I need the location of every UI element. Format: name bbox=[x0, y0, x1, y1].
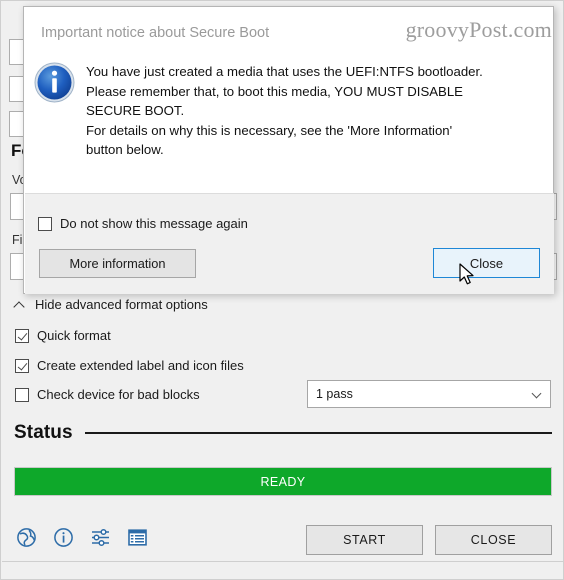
settings-sliders-icon[interactable] bbox=[90, 527, 111, 553]
globe-icon[interactable] bbox=[16, 527, 37, 553]
info-icon bbox=[32, 60, 77, 110]
option-check-bad-blocks[interactable]: Check device for bad blocks bbox=[15, 387, 200, 402]
status-progress-container: READY bbox=[14, 467, 552, 496]
start-button[interactable]: START bbox=[306, 525, 423, 555]
status-bar-divider bbox=[2, 561, 564, 562]
checkbox-check-bad-blocks[interactable] bbox=[15, 387, 29, 402]
dialog-message: You have just created a media that uses … bbox=[86, 62, 541, 160]
dialog-message-line: For details on why this is necessary, se… bbox=[86, 122, 453, 138]
screen-root: Format Options Volume label File system … bbox=[0, 0, 564, 580]
status-title: Status bbox=[14, 422, 73, 443]
passes-dropdown-value: 1 pass bbox=[316, 387, 353, 401]
main-action-buttons: START CLOSE bbox=[306, 525, 552, 555]
checkbox-create-extended-label[interactable] bbox=[15, 358, 29, 373]
info-icon[interactable] bbox=[53, 527, 74, 553]
dialog-message-line: You have just created a media that uses … bbox=[86, 64, 483, 79]
close-button[interactable]: CLOSE bbox=[435, 525, 552, 555]
bottom-toolbar bbox=[16, 527, 148, 553]
option-quick-format-label: Quick format bbox=[37, 328, 111, 343]
status-progress-bar: READY bbox=[15, 468, 551, 495]
checkbox-do-not-show-again[interactable] bbox=[38, 216, 52, 231]
do-not-show-again-label: Do not show this message again bbox=[60, 216, 248, 231]
status-progress-label: READY bbox=[260, 474, 306, 489]
dialog-message-line: SECURE BOOT. bbox=[86, 103, 185, 118]
dialog-message-line: Please remember that, to boot this media… bbox=[86, 83, 463, 99]
hide-advanced-format-options-label: Hide advanced format options bbox=[35, 297, 208, 312]
dialog-message-line: button below. bbox=[86, 142, 164, 157]
watermark: groovyPost.com bbox=[405, 17, 552, 42]
dialog-close-button[interactable]: Close bbox=[433, 248, 540, 278]
chevron-up-icon bbox=[15, 299, 26, 310]
status-divider bbox=[84, 432, 552, 434]
chevron-down-icon bbox=[533, 390, 542, 399]
do-not-show-again-row[interactable]: Do not show this message again bbox=[38, 216, 248, 231]
more-information-button[interactable]: More information bbox=[39, 249, 196, 278]
passes-dropdown[interactable]: 1 pass bbox=[307, 380, 551, 408]
log-icon[interactable] bbox=[127, 527, 148, 553]
checkbox-quick-format[interactable] bbox=[15, 328, 29, 343]
hide-advanced-format-options-toggle[interactable]: Hide advanced format options bbox=[15, 297, 208, 312]
option-create-extended-label[interactable]: Create extended label and icon files bbox=[15, 358, 244, 373]
option-check-bad-blocks-label: Check device for bad blocks bbox=[37, 387, 200, 402]
option-create-extended-label-label: Create extended label and icon files bbox=[37, 358, 244, 373]
secure-boot-notice-dialog: Important notice about Secure Boot You h… bbox=[23, 6, 554, 294]
status-section-header: Status bbox=[14, 422, 552, 444]
dialog-title: Important notice about Secure Boot bbox=[41, 25, 270, 41]
dialog-footer: Do not show this message again More info… bbox=[25, 193, 554, 294]
option-quick-format[interactable]: Quick format bbox=[15, 328, 111, 343]
